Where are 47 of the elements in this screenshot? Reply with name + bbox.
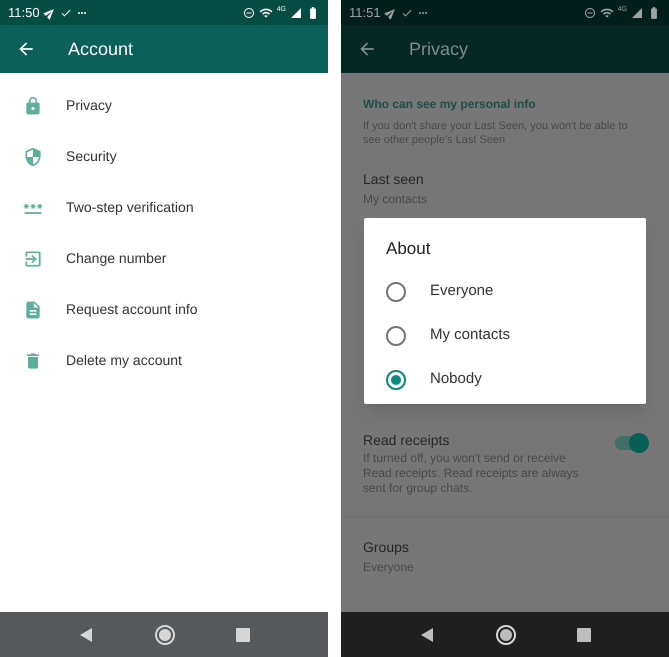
read-receipts-switch[interactable] [615, 436, 647, 450]
back-nav-button[interactable] [78, 626, 94, 642]
settings-item[interactable]: Privacy [0, 80, 328, 131]
home-nav-button[interactable] [154, 624, 175, 644]
radio-button[interactable] [386, 326, 406, 346]
screen-title: Account [68, 38, 134, 60]
status-time: 11:51 [349, 4, 381, 22]
radio-option[interactable]: Everyone [386, 270, 624, 314]
option-label: Nobody [430, 369, 482, 390]
setting-title: Groups [363, 538, 410, 557]
radio-button[interactable] [386, 370, 406, 390]
do-not-disturb-icon [242, 6, 255, 18]
signal-icon [631, 6, 643, 18]
recents-nav-button[interactable] [576, 628, 591, 642]
shield-icon [23, 146, 43, 166]
option-label: Everyone [430, 281, 494, 302]
wifi-icon [600, 6, 614, 20]
item-label: Delete my account [66, 351, 182, 370]
home-nav-button[interactable] [496, 624, 516, 644]
item-label: Two-step verification [66, 198, 194, 217]
wifi-icon [258, 6, 273, 20]
exit-icon [23, 248, 43, 268]
item-label: Change number [66, 249, 166, 268]
item-label: Privacy [66, 96, 112, 115]
back-nav-button[interactable] [419, 626, 436, 642]
signal-icon [290, 6, 302, 18]
settings-item[interactable]: Two-step verification [0, 182, 328, 233]
radio-option[interactable]: Nobody [386, 358, 624, 402]
option-label: My contacts [430, 325, 510, 346]
dialog-title: About [386, 238, 432, 260]
screen-title: Privacy [409, 38, 468, 61]
section-heading: Who can see my personal info [363, 96, 537, 113]
back-triangle-icon [80, 628, 92, 642]
settings-item[interactable]: Security [0, 131, 328, 182]
setting-title: Last seen [363, 170, 425, 189]
item-label: Security [66, 147, 117, 166]
settings-item[interactable]: Change number [0, 233, 328, 284]
item-label: Request account info [66, 300, 198, 319]
radio-option[interactable]: My contacts [386, 314, 624, 358]
settings-item[interactable]: Request account info [0, 284, 328, 335]
setting-title: Read receipts [363, 431, 450, 450]
back-triangle-icon [421, 628, 434, 642]
recents-nav-button[interactable] [236, 628, 250, 642]
settings-item[interactable]: Delete my account [0, 335, 328, 386]
radio-button[interactable] [386, 282, 406, 302]
do-not-disturb-icon [584, 6, 596, 18]
status-time: 11:50 [8, 4, 40, 22]
